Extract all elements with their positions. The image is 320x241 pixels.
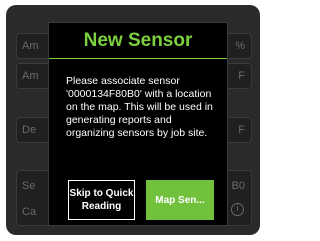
info-icon[interactable]: i — [231, 203, 244, 216]
dialog-title: New Sensor — [83, 30, 193, 51]
dialog-divider — [49, 58, 227, 59]
screen: Am % Am F De F Se B0 Ca i New Sensor Ple… — [0, 0, 266, 241]
settings-row-value: % — [235, 40, 245, 52]
settings-row-value: F — [238, 70, 245, 82]
new-sensor-dialog: New Sensor Please associate sensor '0000… — [48, 22, 228, 226]
settings-row-value: F — [238, 124, 245, 136]
dialog-message: Please associate sensor '0000134F80B0' w… — [66, 75, 213, 139]
map-sensor-button[interactable]: Map Sen... — [146, 180, 214, 220]
settings-row-sublabel: Ca — [22, 206, 37, 218]
settings-row-label: Se — [22, 180, 36, 192]
settings-row-value: B0 — [231, 180, 245, 192]
skip-to-quick-reading-button[interactable]: Skip to Quick Reading — [68, 180, 135, 220]
settings-row-label: Am — [22, 70, 39, 82]
settings-row-label: De — [22, 124, 37, 136]
settings-row-label: Am — [22, 40, 39, 52]
sensor-settings-panel: Am % Am F De F Se B0 Ca i New Sensor Ple… — [6, 5, 260, 235]
